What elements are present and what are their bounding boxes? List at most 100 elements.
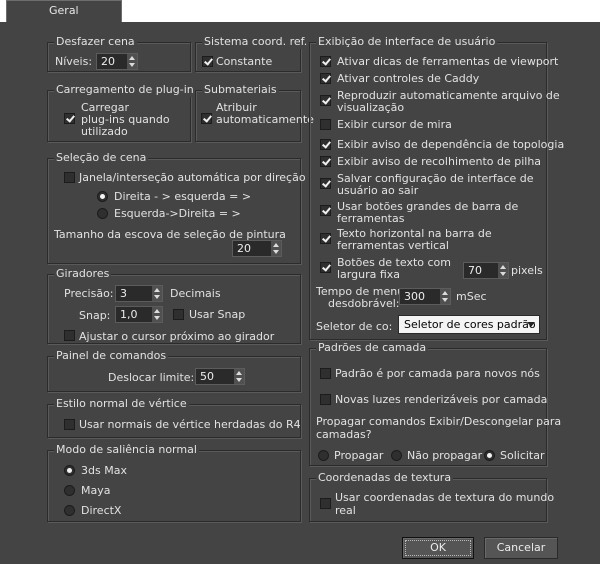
- ltr-radio[interactable]: [97, 208, 108, 219]
- color-selector-label: Seletor de co:: [316, 320, 393, 333]
- flyout-time-spinner[interactable]: 300: [399, 288, 451, 305]
- brush-size-value: 20: [237, 242, 251, 255]
- cancel-button[interactable]: Cancelar: [484, 537, 558, 559]
- autoplay-preview-label-2: visualização: [337, 101, 405, 114]
- spinner-arrows-icon[interactable]: [439, 289, 450, 304]
- plugin-load-label-3: utilizado: [81, 125, 128, 138]
- horizontal-text-checkbox[interactable]: [320, 233, 331, 244]
- bump-directx-label: DirectX: [81, 504, 122, 517]
- spinner-arrows-icon[interactable]: [126, 54, 137, 69]
- command-panel-title: Painel de comandos: [54, 349, 169, 363]
- crosshair-cursor-label: Exibir cursor de mira: [337, 118, 452, 131]
- coord-title: Sistema coord. ref.: [202, 35, 310, 49]
- legacy-normals-checkbox[interactable]: [64, 419, 75, 430]
- fixed-width-text-label-2: largura fixa: [337, 268, 401, 281]
- pixels-label: pixels: [511, 264, 543, 277]
- real-world-coords-label-2: real: [335, 504, 356, 517]
- undo-levels-value: 20: [101, 55, 115, 68]
- spinner-arrows-icon[interactable]: [270, 241, 281, 256]
- caddy-controls-checkbox[interactable]: [320, 73, 331, 84]
- rollout-threshold-spinner[interactable]: 50: [195, 368, 245, 385]
- bump-3dsmax-radio[interactable]: [64, 465, 75, 476]
- spinner-arrows-icon[interactable]: [497, 263, 508, 278]
- fixed-width-text-checkbox[interactable]: [320, 262, 331, 273]
- new-lights-label: Novas luzes renderizáveis por camada: [335, 393, 548, 406]
- horizontal-text-label-2: ferramentas vertical: [337, 239, 449, 252]
- new-lights-checkbox[interactable]: [320, 394, 331, 405]
- spinner-arrows-icon[interactable]: [151, 307, 162, 322]
- caddy-controls-label: Ativar controles de Caddy: [337, 72, 480, 85]
- undo-title: Desfazer cena: [54, 35, 137, 49]
- decimals-label: Decimais: [170, 287, 221, 300]
- auto-window-checkbox[interactable]: [64, 172, 75, 183]
- constant-checkbox[interactable]: [202, 56, 213, 67]
- wrap-cursor-checkbox[interactable]: [64, 330, 75, 341]
- no-propagate-option-label: Não propagar: [407, 449, 483, 462]
- constant-label: Constante: [216, 55, 273, 68]
- ask-radio[interactable]: [484, 450, 495, 461]
- topology-warning-label: Exibir aviso de dependência de topologia: [337, 138, 565, 151]
- chevron-down-icon: [527, 322, 535, 327]
- snap-spinner[interactable]: 1,0: [115, 306, 163, 323]
- submaterials-assign-label-2: automaticamente: [216, 113, 314, 126]
- texture-coords-title: Coordenadas de textura: [316, 471, 454, 485]
- ok-button[interactable]: OK: [402, 537, 474, 559]
- use-snap-checkbox[interactable]: [173, 309, 184, 320]
- brush-size-spinner[interactable]: 20: [232, 240, 282, 257]
- propagate-radio[interactable]: [318, 450, 329, 461]
- color-selector-dropdown[interactable]: Seletor de cores padrão: [398, 315, 540, 334]
- undo-levels-label: Níveis:: [55, 55, 93, 68]
- legacy-normals-label: Usar normais de vértice herdadas do R4: [79, 418, 301, 431]
- bump-directx-radio[interactable]: [64, 505, 75, 516]
- ask-option-label: Solicitar: [500, 449, 545, 462]
- plugin-title: Carregamento de plug-in: [54, 83, 196, 97]
- vertex-normal-title: Estilo normal de vértice: [54, 397, 189, 411]
- snap-value: 1,0: [120, 308, 138, 321]
- save-ui-config-label-2: usuário ao sair: [337, 184, 419, 197]
- propagate-option-label: Propagar: [334, 449, 384, 462]
- msec-label: mSec: [456, 290, 487, 303]
- fixed-width-spinner[interactable]: 70: [463, 262, 509, 279]
- bump-maya-radio[interactable]: [64, 485, 75, 496]
- real-world-coords-checkbox[interactable]: [320, 498, 331, 509]
- spinner-arrows-icon[interactable]: [233, 369, 244, 384]
- crosshair-cursor-checkbox[interactable]: [320, 119, 331, 130]
- layer-defaults-title: Padrões de camada: [316, 341, 429, 355]
- scene-selection-title: Seleção de cena: [54, 151, 149, 165]
- precision-value: 3: [120, 287, 127, 300]
- fixed-width-value: 70: [468, 264, 482, 277]
- default-by-layer-checkbox[interactable]: [320, 368, 331, 379]
- rtl-radio[interactable]: [97, 191, 108, 202]
- viewport-tooltips-label: Ativar dicas de ferramentas de viewport: [337, 55, 559, 68]
- no-propagate-radio[interactable]: [391, 450, 402, 461]
- flyout-time-label-2: desdobrável:: [328, 297, 400, 310]
- stack-collapse-warning-label: Exibir aviso de recolhimento de pilha: [337, 155, 542, 168]
- real-world-coords-label-1: Usar coordenadas de textura do mundo: [335, 491, 555, 504]
- rollout-threshold-value: 50: [200, 370, 214, 383]
- rollout-threshold-label: Deslocar limite:: [108, 371, 195, 384]
- bump-maya-label: Maya: [81, 484, 111, 497]
- spinner-arrows-icon[interactable]: [151, 286, 162, 301]
- plugin-load-checkbox[interactable]: [64, 113, 75, 124]
- snap-label: Snap:: [79, 309, 111, 322]
- large-toolbar-buttons-checkbox[interactable]: [320, 205, 331, 216]
- submaterials-assign-checkbox[interactable]: [201, 113, 212, 124]
- spinners-title: Giradores: [54, 267, 112, 281]
- default-by-layer-label: Padrão é por camada para novos nós: [335, 367, 540, 380]
- bump-3dsmax-label: 3ds Max: [81, 464, 127, 477]
- precision-label: Precisão:: [64, 287, 114, 300]
- color-selector-value: Seletor de cores padrão: [404, 318, 536, 331]
- flyout-time-value: 300: [404, 290, 425, 303]
- bump-mode-title: Modo de saliência normal: [54, 443, 199, 457]
- rtl-label: Direita - > esquerda = >: [114, 190, 252, 203]
- undo-levels-spinner[interactable]: 20: [96, 53, 138, 70]
- viewport-tooltips-checkbox[interactable]: [320, 56, 331, 67]
- propagate-label-1: Propagar comandos Exibir/Descongelar par…: [316, 415, 562, 428]
- topology-warning-checkbox[interactable]: [320, 139, 331, 150]
- autoplay-preview-checkbox[interactable]: [320, 95, 331, 106]
- save-ui-config-checkbox[interactable]: [320, 178, 331, 189]
- precision-spinner[interactable]: 3: [115, 285, 163, 302]
- tab-general[interactable]: Geral: [6, 0, 122, 22]
- stack-collapse-warning-checkbox[interactable]: [320, 156, 331, 167]
- ltr-label: Esquerda->Direita = >: [114, 207, 241, 220]
